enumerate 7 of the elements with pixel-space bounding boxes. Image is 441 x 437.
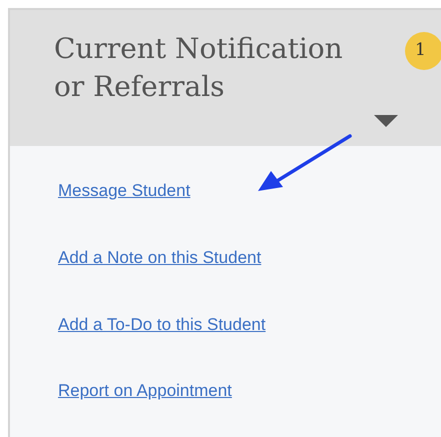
action-link[interactable]: Message Student: [58, 176, 190, 206]
count-badge: 1: [405, 32, 441, 70]
panel-title: Current Notification or Referrals: [54, 31, 344, 105]
caret-icon[interactable]: [373, 114, 399, 128]
action-link[interactable]: Add a To-Do to this Student: [58, 310, 266, 340]
action-link[interactable]: Add a Note on this Student: [58, 242, 262, 272]
action-link[interactable]: Report on Appointment: [58, 376, 232, 406]
